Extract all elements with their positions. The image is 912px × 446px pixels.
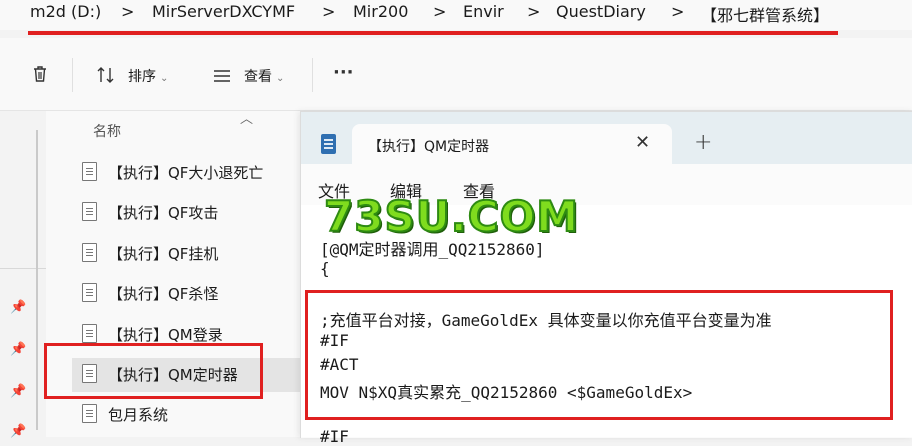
breadcrumb-separator-icon: >: [527, 2, 541, 21]
breadcrumb-item-current-folder[interactable]: 【邪七群管系统】: [701, 2, 829, 26]
site-watermark: 73SU.COM: [323, 191, 580, 242]
file-list-item[interactable]: 包月系统: [72, 398, 300, 432]
file-list-item[interactable]: 【执行】QF杀怪: [72, 277, 300, 311]
file-list-item[interactable]: 【执行】QF挂机: [72, 237, 300, 271]
file-name: 【执行】QF杀怪: [108, 285, 219, 303]
new-tab-icon[interactable]: +: [694, 130, 712, 155]
trash-icon[interactable]: [30, 64, 50, 88]
text-file-icon: [82, 404, 97, 423]
text-file-icon: [82, 202, 97, 221]
sort-icon: [96, 66, 116, 88]
selected-file-highlight-box: [44, 343, 263, 399]
pin-icon[interactable]: 📌: [10, 300, 26, 315]
breadcrumb-item-questdiary[interactable]: QuestDiary: [556, 2, 646, 21]
more-options-icon[interactable]: ···: [333, 62, 354, 83]
toolbar-divider: [312, 58, 313, 92]
breadcrumb-item-mir200[interactable]: Mir200: [353, 2, 408, 21]
scrollbar[interactable]: [36, 130, 38, 430]
code-highlight-box: [305, 290, 893, 420]
breadcrumb-item-server[interactable]: MirServerDXCYMF: [152, 2, 295, 21]
address-bar: m2d (D:) > MirServerDXCYMF > Mir200 > En…: [0, 0, 912, 30]
file-name: 【执行】QM登录: [108, 326, 223, 344]
close-tab-icon[interactable]: ✕: [635, 132, 650, 153]
pin-icon[interactable]: 📌: [10, 384, 26, 399]
breadcrumb-item-envir[interactable]: Envir: [463, 2, 504, 21]
notepad-app-icon: [321, 134, 336, 154]
chevron-down-icon: ⌄: [160, 73, 169, 84]
chevron-down-icon: ⌄: [276, 73, 285, 84]
sort-button-label: 排序: [128, 69, 156, 85]
breadcrumb-highlight-underline: [28, 31, 838, 35]
breadcrumb-separator-icon: >: [322, 2, 336, 21]
file-name: 【执行】QF攻击: [108, 204, 219, 222]
breadcrumb-item-drive[interactable]: m2d (D:): [30, 2, 101, 21]
view-list-icon: [213, 68, 231, 87]
breadcrumb-separator-icon: >: [671, 2, 685, 21]
file-name: 【执行】QF挂机: [108, 245, 219, 263]
name-column-header[interactable]: 名称: [93, 121, 121, 141]
text-file-icon: [82, 283, 97, 302]
code-line: {: [320, 259, 330, 278]
sort-ascending-icon: ︿: [240, 112, 254, 127]
sort-button[interactable]: 排序 ⌄: [128, 66, 168, 86]
breadcrumb-separator-icon: >: [121, 2, 135, 21]
nav-divider: [0, 268, 46, 269]
text-file-icon: [82, 243, 97, 262]
file-list-item[interactable]: 【执行】QF攻击: [72, 196, 300, 230]
file-name: 包月系统: [108, 406, 169, 424]
breadcrumb-separator-icon: >: [433, 2, 447, 21]
view-button-label: 查看: [244, 69, 272, 85]
pin-icon[interactable]: 📌: [10, 342, 26, 357]
file-name: 【执行】QF大小退死亡: [108, 164, 264, 182]
file-list-item[interactable]: 【执行】QF大小退死亡: [72, 156, 300, 190]
view-button[interactable]: 查看 ⌄: [244, 66, 284, 86]
toolbar-divider: [72, 58, 73, 92]
notepad-tab-title: 【执行】QM定时器: [368, 139, 490, 155]
text-file-icon: [82, 162, 97, 181]
text-file-icon: [82, 324, 97, 343]
